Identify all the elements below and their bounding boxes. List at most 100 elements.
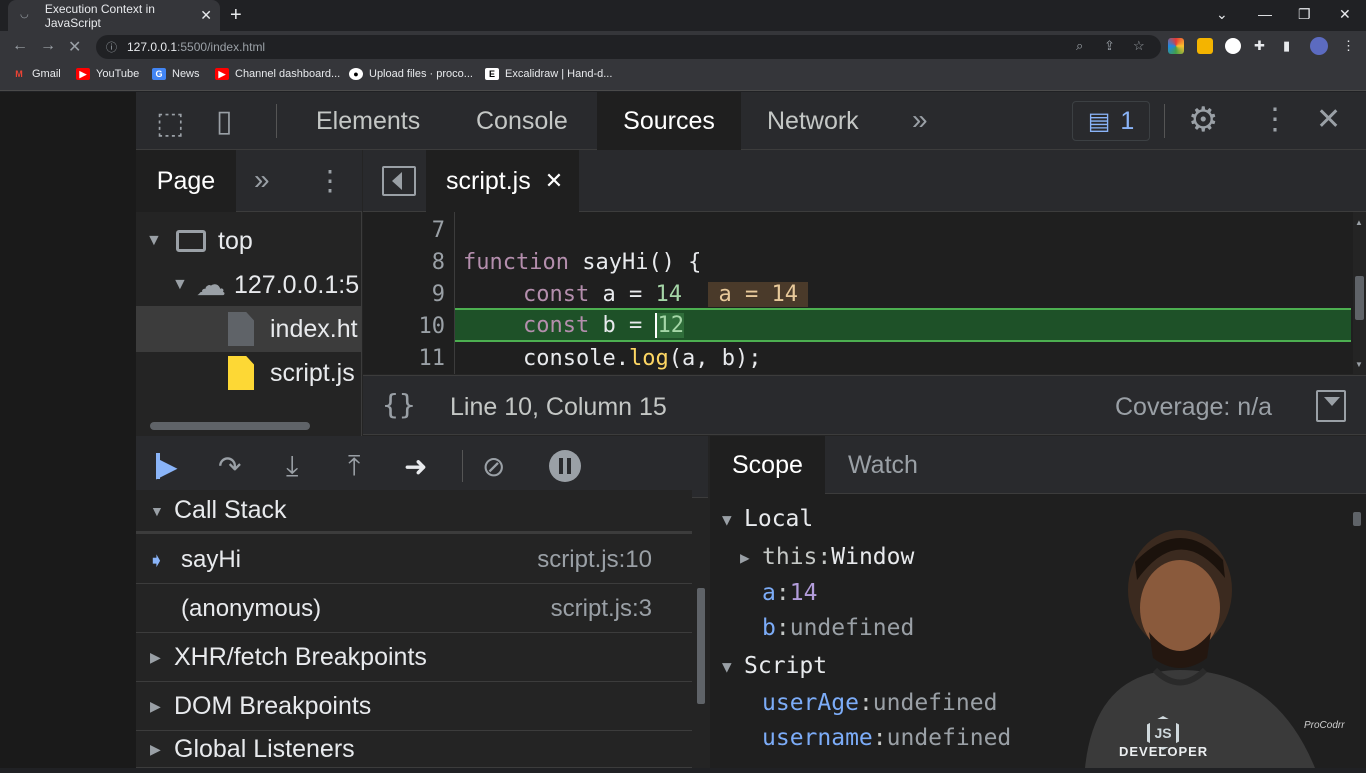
code-line-8: function sayHi() { bbox=[463, 250, 701, 275]
site-info-icon[interactable]: ⓘ bbox=[106, 39, 117, 55]
step-out-icon[interactable]: ⤒ bbox=[348, 450, 360, 483]
pretty-print-icon[interactable]: {} bbox=[382, 388, 416, 421]
navigator-menu-icon[interactable]: ⋮ bbox=[316, 164, 344, 197]
bookmark-label: Channel dashboard... bbox=[235, 68, 341, 80]
step-over-icon[interactable]: ↷ bbox=[218, 450, 241, 483]
zoom-icon[interactable]: ⌕ bbox=[1076, 38, 1083, 54]
call-stack-header[interactable]: ▼ Call Stack bbox=[136, 490, 692, 534]
global-listeners-header[interactable]: ▶ Global Listeners bbox=[136, 732, 692, 768]
maximize-button[interactable]: ❐ bbox=[1298, 6, 1311, 23]
bookmark-youtube[interactable]: ▶ YouTube bbox=[76, 68, 139, 80]
page-content-area bbox=[0, 92, 136, 768]
scope-var-a[interactable]: a: 14 bbox=[762, 580, 817, 606]
scope-local-header[interactable]: ▼ Local bbox=[722, 506, 813, 532]
deactivate-breakpoints-icon[interactable]: ⊘ bbox=[482, 450, 505, 483]
scrollbar-thumb[interactable] bbox=[697, 588, 705, 704]
bookmark-channel-dashboard[interactable]: ▶ Channel dashboard... bbox=[215, 68, 340, 80]
scope-value: undefined bbox=[872, 690, 998, 716]
line-number[interactable]: 7 bbox=[363, 218, 445, 243]
extension-icon[interactable] bbox=[1225, 38, 1241, 54]
tree-item-script-js[interactable]: script.js bbox=[228, 354, 362, 392]
tab-search-icon[interactable]: ⌄ bbox=[1216, 6, 1228, 23]
bookmark-upload-files[interactable]: ● Upload files · proco... bbox=[349, 68, 473, 80]
resume-bar bbox=[156, 453, 160, 479]
editor-scrollbar[interactable]: ▲ ▼ bbox=[1353, 212, 1366, 374]
url-host: 127.0.0.1 bbox=[127, 40, 178, 54]
line-number[interactable]: 8 bbox=[363, 250, 445, 275]
bookmark-gmail[interactable]: M Gmail bbox=[12, 68, 60, 80]
browser-tab[interactable]: ◡ Execution Context in JavaScript ✕ bbox=[8, 0, 220, 31]
bookmark-excalidraw[interactable]: E Excalidraw | Hand-d... bbox=[485, 68, 612, 80]
scope-this[interactable]: ▶ this: Window bbox=[740, 544, 914, 570]
forward-icon[interactable]: → bbox=[40, 37, 56, 55]
more-navigator-tabs-icon[interactable]: » bbox=[254, 164, 270, 196]
puzzle-extensions-icon[interactable]: ✚ bbox=[1254, 38, 1265, 54]
bookmark-star-icon[interactable]: ☆ bbox=[1133, 38, 1145, 54]
scope-var-b[interactable]: b: undefined bbox=[762, 615, 914, 641]
xhr-breakpoints-header[interactable]: ▶ XHR/fetch Breakpoints bbox=[136, 634, 692, 682]
tab-page[interactable]: Page bbox=[136, 150, 236, 212]
color-extension-icon[interactable] bbox=[1168, 38, 1184, 54]
device-toolbar-icon[interactable]: ▯ bbox=[216, 104, 233, 139]
new-tab-button[interactable]: + bbox=[230, 4, 242, 27]
tab-sources[interactable]: Sources bbox=[597, 92, 741, 150]
tab-elements[interactable]: Elements bbox=[290, 92, 446, 150]
call-frame-anonymous[interactable]: (anonymous) script.js:3 bbox=[136, 585, 692, 633]
close-devtools-icon[interactable]: ✕ bbox=[1316, 102, 1341, 137]
bookmark-news[interactable]: G News bbox=[152, 68, 200, 80]
back-icon[interactable]: ← bbox=[12, 37, 28, 55]
scope-script-header[interactable]: ▼ Script bbox=[722, 653, 827, 679]
pause-on-exceptions-icon[interactable] bbox=[549, 450, 581, 482]
sidebar-scrollbar[interactable] bbox=[694, 498, 708, 768]
horizontal-scrollbar[interactable] bbox=[140, 420, 358, 432]
more-tabs-icon[interactable]: » bbox=[912, 104, 928, 136]
toggle-debugger-sidebar-icon[interactable] bbox=[1316, 390, 1346, 422]
expand-arrow-icon: ▼ bbox=[172, 276, 188, 293]
extension-icon[interactable] bbox=[1197, 38, 1213, 54]
kebab-menu-icon[interactable]: ⋮ bbox=[1260, 102, 1290, 137]
tab-console[interactable]: Console bbox=[450, 92, 594, 150]
inspect-element-icon[interactable]: ⬚ bbox=[156, 106, 184, 141]
call-frame-sayhi[interactable]: ➧ sayHi script.js:10 bbox=[136, 536, 692, 584]
menu-icon[interactable]: ⋮ bbox=[1342, 38, 1355, 54]
minimize-button[interactable]: — bbox=[1258, 6, 1272, 22]
dom-breakpoints-header[interactable]: ▶ DOM Breakpoints bbox=[136, 683, 692, 731]
frame-location[interactable]: script.js:3 bbox=[551, 595, 652, 623]
address-bar[interactable]: ⓘ 127.0.0.1:5500/index.html bbox=[96, 35, 1161, 59]
close-file-tab-icon[interactable]: ✕ bbox=[545, 168, 563, 194]
code-text: console. bbox=[523, 346, 629, 371]
collapse-arrow-icon: ▼ bbox=[722, 509, 732, 529]
close-tab-icon[interactable]: ✕ bbox=[200, 7, 212, 24]
tree-label: top bbox=[218, 226, 253, 255]
line-number[interactable]: 9 bbox=[363, 282, 445, 307]
scope-key: username bbox=[762, 725, 873, 751]
tab-watch[interactable]: Watch bbox=[826, 436, 940, 494]
side-panel-icon[interactable]: ▮ bbox=[1283, 38, 1290, 54]
tab-scope[interactable]: Scope bbox=[710, 436, 825, 494]
share-icon[interactable]: ⇪ bbox=[1104, 38, 1115, 54]
tree-item-index-html[interactable]: index.ht bbox=[228, 310, 362, 348]
code-editor[interactable]: 7 8 function sayHi() { 9 const a = 14 a … bbox=[363, 212, 1366, 374]
step-icon[interactable]: ➜ bbox=[404, 450, 427, 483]
frame-location[interactable]: script.js:10 bbox=[537, 546, 652, 574]
stop-loading-icon[interactable]: ✕ bbox=[68, 37, 81, 57]
line-number[interactable]: 10 bbox=[363, 314, 446, 339]
step-into-icon[interactable]: ⤓ bbox=[286, 450, 298, 483]
close-window-button[interactable]: ✕ bbox=[1339, 6, 1351, 23]
toggle-navigator-icon[interactable] bbox=[382, 166, 416, 196]
tab-network[interactable]: Network bbox=[741, 92, 885, 150]
scrollbar-thumb[interactable] bbox=[1355, 276, 1364, 320]
editor-file-tab[interactable]: script.js ✕ bbox=[426, 150, 579, 212]
scope-var-userage[interactable]: userAge: undefined bbox=[762, 690, 997, 716]
keyword: const bbox=[523, 282, 590, 307]
tree-label: script.js bbox=[270, 358, 355, 387]
issues-button[interactable]: ▤ 1 bbox=[1072, 101, 1150, 141]
tree-item-origin[interactable]: ▼ ☁ 127.0.0.1:5 bbox=[172, 268, 362, 302]
gear-icon[interactable]: ⚙ bbox=[1188, 100, 1218, 140]
scrollbar-thumb[interactable] bbox=[150, 422, 310, 430]
tree-item-top[interactable]: ▼ top bbox=[146, 224, 360, 258]
number-literal: 14 bbox=[655, 282, 682, 307]
scope-var-username[interactable]: username: undefined bbox=[762, 725, 1011, 751]
profile-avatar[interactable] bbox=[1310, 37, 1328, 55]
line-number[interactable]: 11 bbox=[363, 346, 446, 371]
